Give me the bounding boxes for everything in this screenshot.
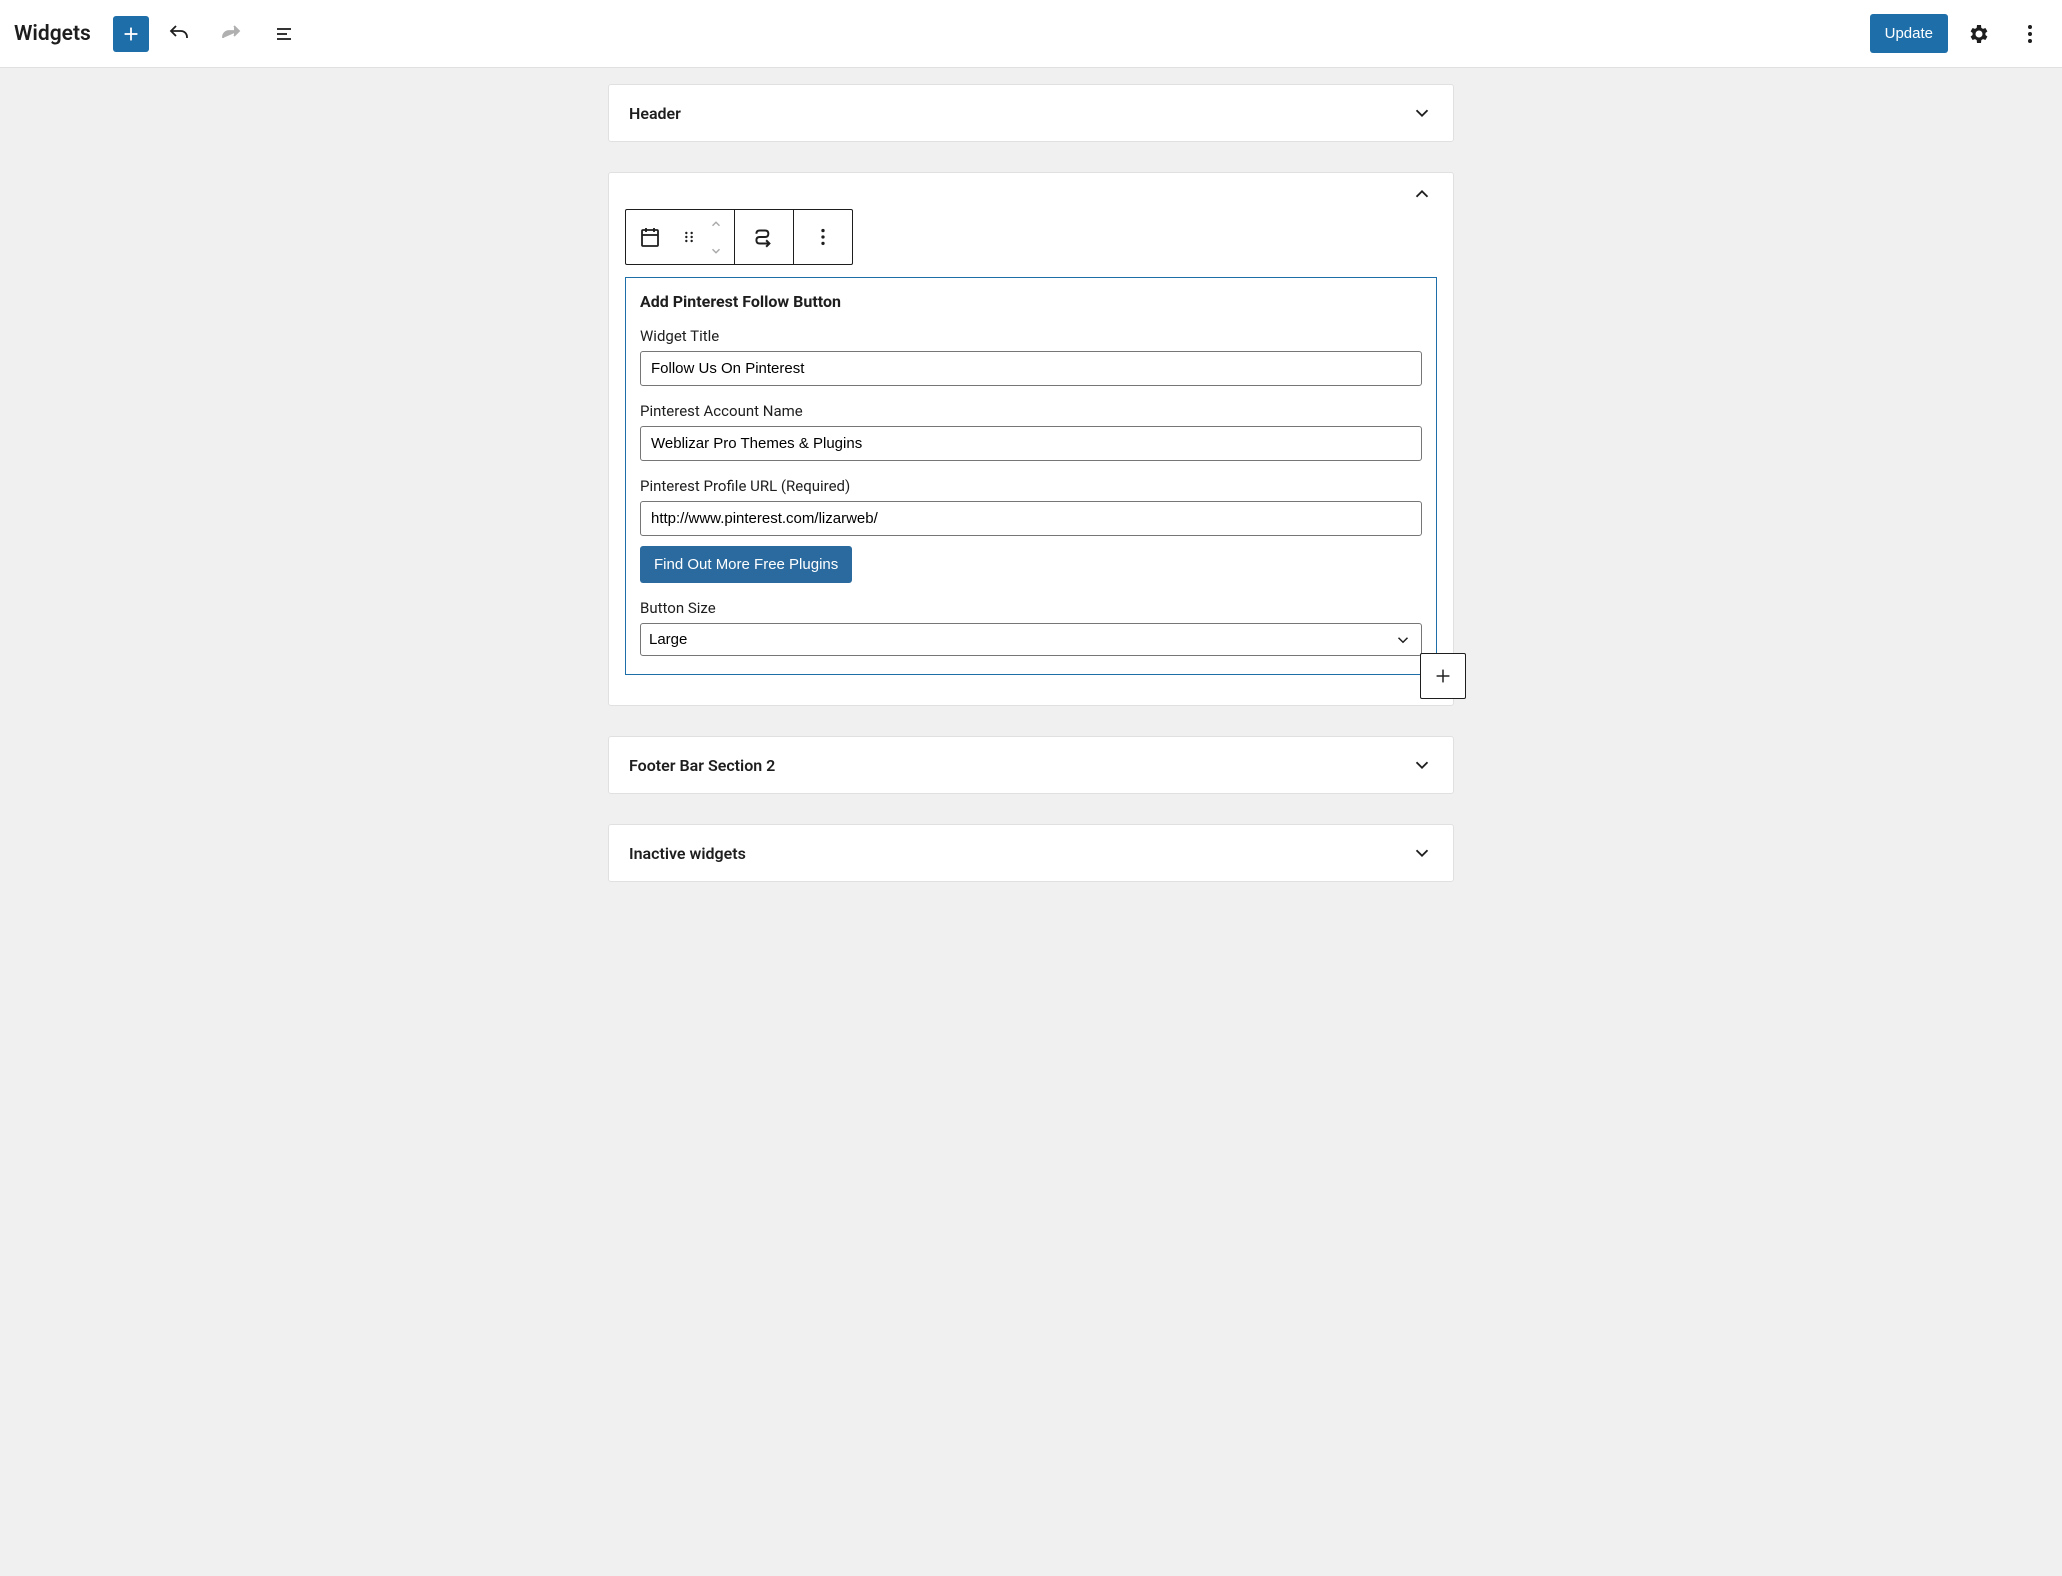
- block-type-button[interactable]: [626, 210, 674, 264]
- account-name-label: Pinterest Account Name: [640, 402, 1422, 420]
- chevron-down-icon: [709, 244, 723, 258]
- move-up-button[interactable]: [704, 210, 728, 237]
- pinterest-widget-block: Add Pinterest Follow Button Widget Title…: [625, 277, 1437, 675]
- widget-area-title: Inactive widgets: [629, 844, 746, 863]
- widget-area-active: Add Pinterest Follow Button Widget Title…: [608, 172, 1454, 706]
- widget-title-input[interactable]: [640, 351, 1422, 386]
- more-plugins-button[interactable]: Find Out More Free Plugins: [640, 546, 852, 583]
- chevron-down-icon: [1411, 102, 1433, 124]
- widget-area-header-toggle[interactable]: Header: [609, 85, 1453, 141]
- settings-button[interactable]: [1956, 12, 2000, 56]
- widget-area-title: Footer Bar Section 2: [629, 756, 775, 775]
- profile-url-input[interactable]: [640, 501, 1422, 536]
- widget-area-inactive: Inactive widgets: [608, 824, 1454, 882]
- widget-title-label: Widget Title: [640, 327, 1422, 345]
- widget-areas: Header: [608, 68, 1454, 942]
- chevron-up-icon: [1411, 183, 1433, 205]
- page-title: Widgets: [10, 22, 91, 46]
- transform-icon: [751, 224, 777, 250]
- add-block-button[interactable]: [113, 16, 149, 52]
- account-name-input[interactable]: [640, 426, 1422, 461]
- move-down-button[interactable]: [704, 237, 728, 264]
- topbar-left: Widgets: [10, 12, 305, 56]
- update-button[interactable]: Update: [1870, 14, 1948, 53]
- gear-icon: [1966, 22, 1990, 46]
- redo-button[interactable]: [209, 12, 253, 56]
- list-view-icon: [271, 22, 295, 46]
- widget-area-inactive-toggle[interactable]: Inactive widgets: [609, 825, 1453, 881]
- block-toolbar-group-transform: [735, 210, 794, 264]
- plus-icon: [1432, 665, 1454, 687]
- widget-area-active-body: Add Pinterest Follow Button Widget Title…: [609, 205, 1453, 705]
- button-size-select[interactable]: Large: [640, 623, 1422, 656]
- vertical-dots-icon: [812, 226, 834, 248]
- transform-button[interactable]: [735, 210, 793, 264]
- undo-button[interactable]: [157, 12, 201, 56]
- widget-heading: Add Pinterest Follow Button: [640, 292, 1422, 311]
- calendar-icon: [638, 225, 662, 249]
- undo-icon: [167, 22, 191, 46]
- profile-url-label: Pinterest Profile URL (Required): [640, 477, 1422, 495]
- chevron-down-icon: [1411, 754, 1433, 776]
- vertical-dots-icon: [2018, 22, 2042, 46]
- chevron-up-icon: [709, 217, 723, 231]
- widget-area-header: Header: [608, 84, 1454, 142]
- list-view-button[interactable]: [261, 12, 305, 56]
- drag-handle[interactable]: [674, 210, 704, 264]
- block-toolbar-group-more: [794, 210, 852, 264]
- field-widget-title: Widget Title: [640, 327, 1422, 386]
- field-button-size: Button Size Large: [640, 599, 1422, 656]
- chevron-down-icon: [1411, 842, 1433, 864]
- drag-icon: [681, 229, 697, 245]
- plus-icon: [120, 23, 142, 45]
- widget-area-active-toggle[interactable]: [609, 173, 1453, 205]
- insert-block-button[interactable]: [1420, 653, 1466, 699]
- block-more-button[interactable]: [794, 210, 852, 264]
- field-profile-url: Pinterest Profile URL (Required): [640, 477, 1422, 536]
- button-size-label: Button Size: [640, 599, 1422, 617]
- editor-topbar: Widgets Update: [0, 0, 2062, 68]
- block-toolbar-group-type: [626, 210, 735, 264]
- field-account-name: Pinterest Account Name: [640, 402, 1422, 461]
- redo-icon: [219, 22, 243, 46]
- more-options-button[interactable]: [2008, 12, 2052, 56]
- block-mover: [704, 210, 734, 264]
- widget-area-title: Header: [629, 104, 681, 123]
- widget-area-footer: Footer Bar Section 2: [608, 736, 1454, 794]
- block-toolbar: [625, 209, 853, 265]
- widget-area-footer-toggle[interactable]: Footer Bar Section 2: [609, 737, 1453, 793]
- topbar-right: Update: [1870, 12, 2052, 56]
